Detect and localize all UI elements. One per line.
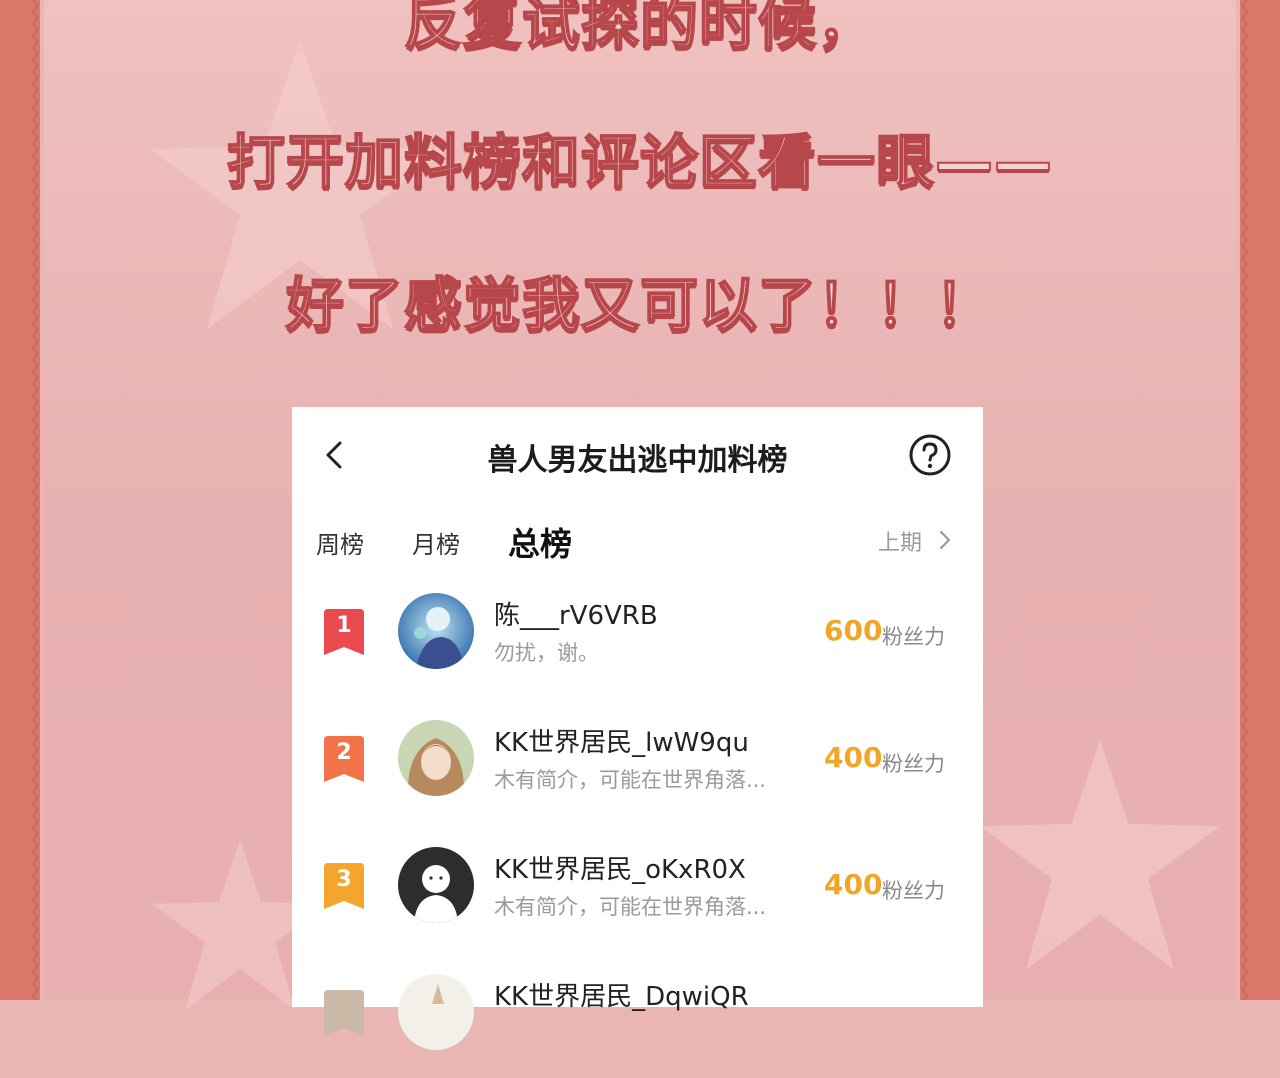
rank-number: 1 bbox=[336, 613, 352, 638]
tab-monthly[interactable]: 月榜 bbox=[412, 525, 460, 560]
headline-line-2: 打开加料榜和评论区看一眼—— bbox=[226, 127, 1053, 197]
username: 陈___rV6VRB bbox=[494, 601, 658, 631]
rank-number: 2 bbox=[336, 740, 352, 765]
username: KK世界居民_oKxR0X bbox=[494, 855, 746, 885]
nav-bar: 兽人男友出逃中加料榜 bbox=[292, 407, 983, 503]
fan-power-score: 600 bbox=[824, 614, 883, 647]
avatar[interactable] bbox=[398, 720, 474, 796]
leaderboard-row[interactable]: 1 陈___rV6VRB 勿扰，谢。 600 粉丝力 bbox=[292, 587, 983, 697]
fan-power-score: 400 bbox=[824, 868, 883, 901]
leaderboard-row[interactable]: 3 KK世界居民_oKxR0X 木有简介，可能在世界角落... 400 粉丝力 bbox=[292, 841, 983, 951]
user-bio: 勿扰，谢。 bbox=[494, 641, 599, 665]
fan-power-score: 400 bbox=[824, 741, 883, 774]
tab-total[interactable]: 总榜 bbox=[508, 519, 572, 565]
chevron-right-icon[interactable] bbox=[938, 529, 952, 551]
leaderboard-row[interactable]: KK世界居民_DqwiQR bbox=[292, 968, 983, 1078]
headline-line-1: 反复试探的时候， bbox=[403, 0, 876, 58]
fan-power-unit: 粉丝力 bbox=[882, 625, 945, 649]
fan-power-unit: 粉丝力 bbox=[882, 752, 945, 776]
user-bio: 木有简介，可能在世界角落... bbox=[494, 895, 767, 919]
leaderboard-row[interactable]: 2 KK世界居民_lwW9qu 木有简介，可能在世界角落... 400 粉丝力 bbox=[292, 714, 983, 824]
headline-line-3: 好了感觉我又可以了！！！ bbox=[285, 270, 994, 340]
previous-period-link[interactable]: 上期 bbox=[878, 525, 922, 557]
tab-weekly[interactable]: 周榜 bbox=[316, 525, 364, 560]
rank-number: 3 bbox=[336, 867, 352, 892]
username: KK世界居民_DqwiQR bbox=[494, 982, 749, 1012]
username: KK世界居民_lwW9qu bbox=[494, 728, 749, 758]
page-title: 兽人男友出逃中加料榜 bbox=[487, 443, 788, 478]
background-star-icon bbox=[980, 740, 1220, 970]
avatar[interactable] bbox=[398, 593, 474, 669]
rank-badge-icon bbox=[324, 990, 364, 1036]
question-circle-icon[interactable] bbox=[908, 433, 952, 477]
avatar[interactable] bbox=[398, 974, 474, 1050]
fan-power-unit: 粉丝力 bbox=[882, 879, 945, 903]
user-bio: 木有简介，可能在世界角落... bbox=[494, 768, 767, 792]
leaderboard-card: 兽人男友出逃中加料榜 周榜 月榜 总榜 上期 1 陈___rV6VRB 勿扰，谢… bbox=[292, 407, 983, 1050]
avatar[interactable] bbox=[398, 847, 474, 923]
